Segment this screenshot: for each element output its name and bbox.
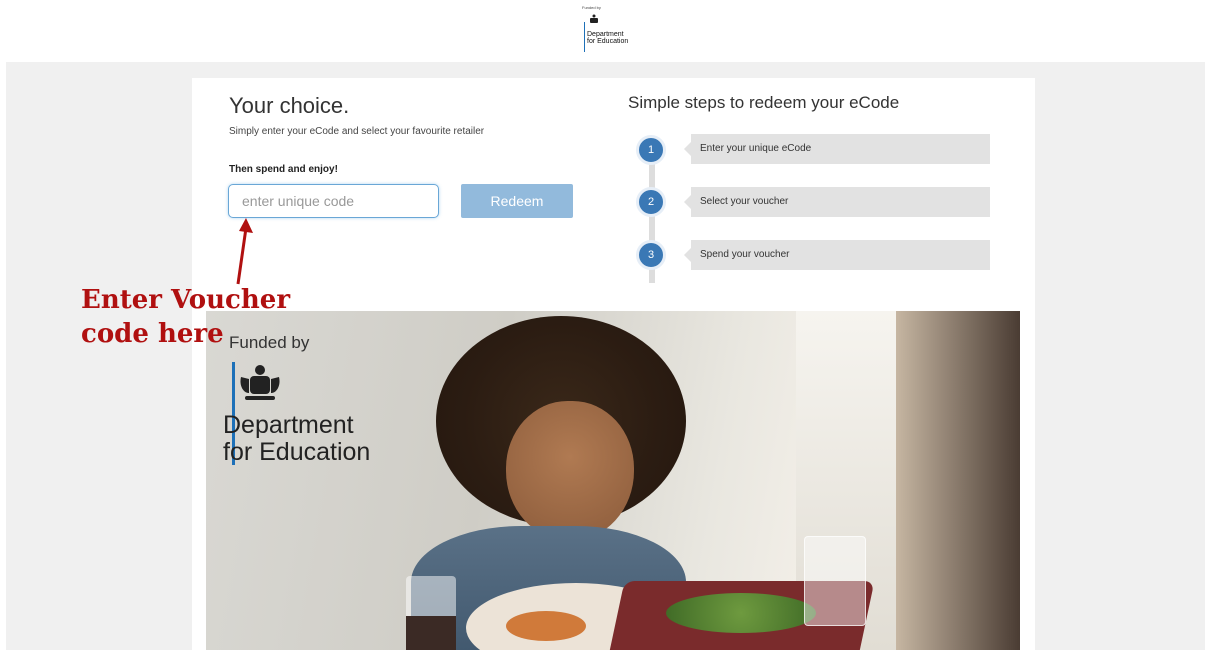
ecode-input[interactable] <box>228 184 439 218</box>
step-1-number: 1 <box>636 135 666 165</box>
royal-crest-icon <box>590 14 598 23</box>
annotation-label: Enter Voucher code here <box>81 285 291 349</box>
department-name: Department for Education <box>587 31 629 45</box>
annotation-arrow-icon <box>236 218 253 285</box>
page-title: Your choice. <box>229 93 350 118</box>
logo-blue-bar <box>584 22 585 52</box>
step-2-number: 2 <box>636 187 666 217</box>
royal-crest-icon <box>240 365 280 400</box>
funded-by-label: Funded by <box>582 5 601 10</box>
hero-image: Funded by Department for Education <box>206 311 1020 650</box>
redeem-button[interactable]: Redeem <box>461 184 573 218</box>
step-1-label: Enter your unique eCode <box>684 134 990 164</box>
step-2-label: Select your voucher <box>684 187 990 217</box>
page-subtitle: Simply enter your eCode and select your … <box>229 126 485 137</box>
steps-title: Simple steps to redeem your eCode <box>628 93 900 112</box>
hero-department-name: Department for Education <box>223 411 371 466</box>
spend-enjoy-text: Then spend and enjoy! <box>229 164 338 175</box>
top-header: Funded by Department for Education <box>0 0 1205 62</box>
step-3-label: Spend your voucher <box>684 240 990 270</box>
step-3-number: 3 <box>636 240 666 270</box>
dfe-logo-header: Funded by Department for Education <box>582 5 642 53</box>
